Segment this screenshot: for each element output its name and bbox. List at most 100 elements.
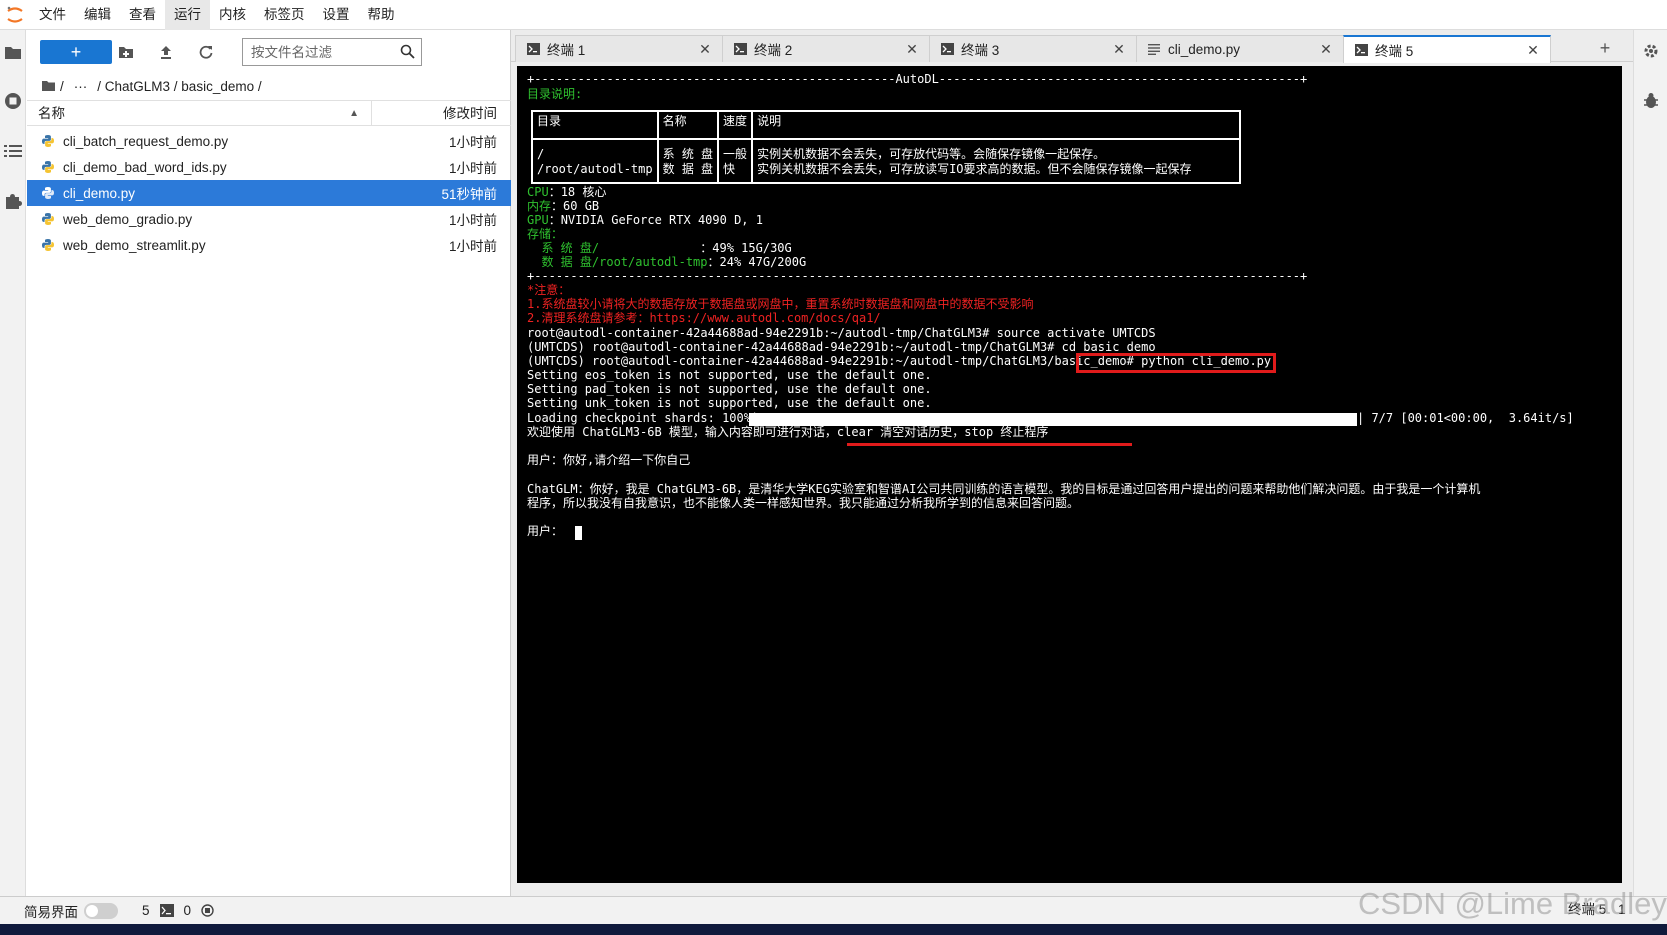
menu-settings[interactable]: 设置 <box>314 0 359 30</box>
watermark: CSDN @Lime Bradley <box>1358 886 1667 921</box>
mem-value: ：60 GB <box>551 199 600 213</box>
bot-message: ChatGLM：你好，我是 ChatGLM3-6B，是清华大学KEG实验室和智谱… <box>527 482 1481 496</box>
puzzle-icon[interactable] <box>3 191 23 211</box>
tab-label: 终端 1 <box>547 43 586 58</box>
data-disk-label: 数 据 盘/root/autodl-tmp <box>527 255 708 269</box>
table-header-speed: 速度 <box>717 110 754 140</box>
menu-file[interactable]: 文件 <box>30 0 75 30</box>
storage-label: 存储： <box>527 227 564 241</box>
user-message: 用户：你好,请介绍一下你自己 <box>527 453 691 467</box>
warning-line: Setting eos_token is not supported, use … <box>527 368 932 382</box>
list-icon[interactable] <box>3 141 23 161</box>
close-icon[interactable]: ✕ <box>905 41 919 58</box>
file-name: web_demo_gradio.py <box>63 211 193 227</box>
home-folder-icon[interactable] <box>41 80 56 92</box>
file-row[interactable]: web_demo_gradio.py 1小时前 <box>27 206 511 232</box>
note-1: 1.系统盘较小请将大的数据存放于数据盘或网盘中，重置系统时数据盘和网盘中的数据不… <box>527 297 1034 311</box>
kernel-status-icon <box>201 904 214 917</box>
python-file-icon <box>42 213 54 225</box>
refresh-icon[interactable] <box>195 41 217 63</box>
note-title: *注意： <box>527 283 571 297</box>
column-header-modified[interactable]: 修改时间 <box>372 101 511 125</box>
cpu-value: ：18 核心 <box>548 185 607 199</box>
menu-view[interactable]: 查看 <box>120 0 165 30</box>
breadcrumb: / ··· / ChatGLM3 / basic_demo / <box>41 72 262 100</box>
terminal-output[interactable]: +---------------------------------------… <box>517 66 1622 883</box>
underline-annotation <box>847 443 1132 446</box>
gear-icon[interactable] <box>1642 42 1660 63</box>
close-icon[interactable]: ✕ <box>1319 41 1333 58</box>
file-row[interactable]: cli_batch_request_demo.py 1小时前 <box>27 128 511 154</box>
loading-label: Loading checkpoint shards: 100%| <box>527 411 759 425</box>
tab-label: 终端 3 <box>961 43 1000 58</box>
menu-tabs[interactable]: 标签页 <box>255 0 314 30</box>
sort-ascending-icon: ▲ <box>349 108 359 119</box>
tab-terminal-1[interactable]: 终端 1 ✕ <box>515 35 723 62</box>
close-icon[interactable]: ✕ <box>1112 41 1126 58</box>
file-browser-toolbar: + <box>27 30 511 72</box>
menu-edit[interactable]: 编辑 <box>75 0 120 30</box>
welcome-line: 欢迎使用 ChatGLM3-6B 模型，输入内容即可进行对话，clear 清空对… <box>527 425 1049 439</box>
main-area: 终端 1 ✕ 终端 2 ✕ 终端 3 ✕ cli_demo.py ✕ 终端 5 … <box>511 30 1633 896</box>
menu-kernel[interactable]: 内核 <box>210 0 255 30</box>
new-folder-icon[interactable] <box>115 41 137 63</box>
upload-icon[interactable] <box>155 41 177 63</box>
new-launcher-button[interactable]: + <box>40 40 112 64</box>
tab-terminal-2[interactable]: 终端 2 ✕ <box>722 35 930 62</box>
file-name: web_demo_streamlit.py <box>63 237 206 253</box>
filter-input[interactable] <box>243 39 393 65</box>
user-prompt: 用户： <box>527 524 564 538</box>
file-modified: 1小时前 <box>448 135 497 150</box>
file-row[interactable]: cli_demo_bad_word_ids.py 1小时前 <box>27 154 511 180</box>
gpu-line: GPU：NVIDIA GeForce RTX 4090 D, 1 <box>527 213 763 228</box>
table-cell-dirs: / /root/autodl-tmp <box>531 138 659 184</box>
desktop-band <box>0 924 1667 935</box>
table-cell-names: 系 统 盘 数 据 盘 <box>656 138 720 184</box>
bot-message-cont: 程序，所以我没有自我意识，也不能像人类一样感知世界。我只能通过分析我所学到的信息… <box>527 496 1080 510</box>
file-row-selected[interactable]: cli_demo.py 51秒钟前 <box>27 180 511 206</box>
tab-terminal-3[interactable]: 终端 3 ✕ <box>929 35 1137 62</box>
file-modified: 1小时前 <box>448 213 497 228</box>
terminal-icon <box>1354 43 1368 57</box>
menu-help[interactable]: 帮助 <box>359 0 404 30</box>
menu-bar: 文件 编辑 查看 运行 内核 标签页 设置 帮助 <box>0 0 1667 30</box>
table-cell-speeds: 一般 快 <box>717 138 754 184</box>
breadcrumb-ellipsis[interactable]: ··· <box>74 79 88 94</box>
close-icon[interactable]: ✕ <box>698 41 712 58</box>
tab-label: cli_demo.py <box>1168 41 1241 57</box>
breadcrumb-path[interactable]: / ChatGLM3 / basic_demo / <box>97 79 261 94</box>
terminal-icon <box>733 42 747 56</box>
terminal-cursor <box>575 526 582 540</box>
warning-line: Setting pad_token is not supported, use … <box>527 382 932 396</box>
file-name: cli_batch_request_demo.py <box>63 133 229 149</box>
activity-bar <box>0 30 26 896</box>
cpu-line: CPU：18 核心 <box>527 185 606 200</box>
terminal-count[interactable]: 0 <box>184 903 192 918</box>
close-icon[interactable]: ✕ <box>1526 42 1540 59</box>
python-file-icon <box>42 161 54 173</box>
python-file-icon <box>42 187 54 199</box>
stop-circle-icon[interactable] <box>3 91 23 111</box>
simple-mode-toggle[interactable] <box>84 902 118 919</box>
add-tab-button[interactable]: + <box>1591 35 1619 61</box>
file-modified: 51秒钟前 <box>441 187 497 202</box>
folder-icon[interactable] <box>3 42 23 62</box>
banner-bottom: +---------------------------------------… <box>527 269 1308 283</box>
bug-icon[interactable] <box>1642 92 1660 113</box>
tab-terminal-5[interactable]: 终端 5 ✕ <box>1343 35 1551 63</box>
table-header-dir: 目录 <box>531 110 659 140</box>
python-file-icon <box>42 239 54 251</box>
sys-disk-label: 系 统 盘/ <box>527 241 701 255</box>
jupyter-logo-icon <box>0 0 30 30</box>
tab-file-cli-demo[interactable]: cli_demo.py ✕ <box>1136 35 1344 62</box>
menu-run[interactable]: 运行 <box>165 0 210 30</box>
file-row[interactable]: web_demo_streamlit.py 1小时前 <box>27 232 511 258</box>
file-browser: + / ··· / ChatGLM3 / basic_demo / 名称 ▲ 修… <box>27 30 511 896</box>
filter-box <box>242 38 422 66</box>
file-modified: 1小时前 <box>448 239 497 254</box>
tab-label: 终端 2 <box>754 43 793 58</box>
kernel-count[interactable]: 5 <box>142 903 150 918</box>
python-file-icon <box>42 135 54 147</box>
column-header-name[interactable]: 名称 ▲ <box>27 101 372 125</box>
mem-label: 内存 <box>527 199 552 213</box>
